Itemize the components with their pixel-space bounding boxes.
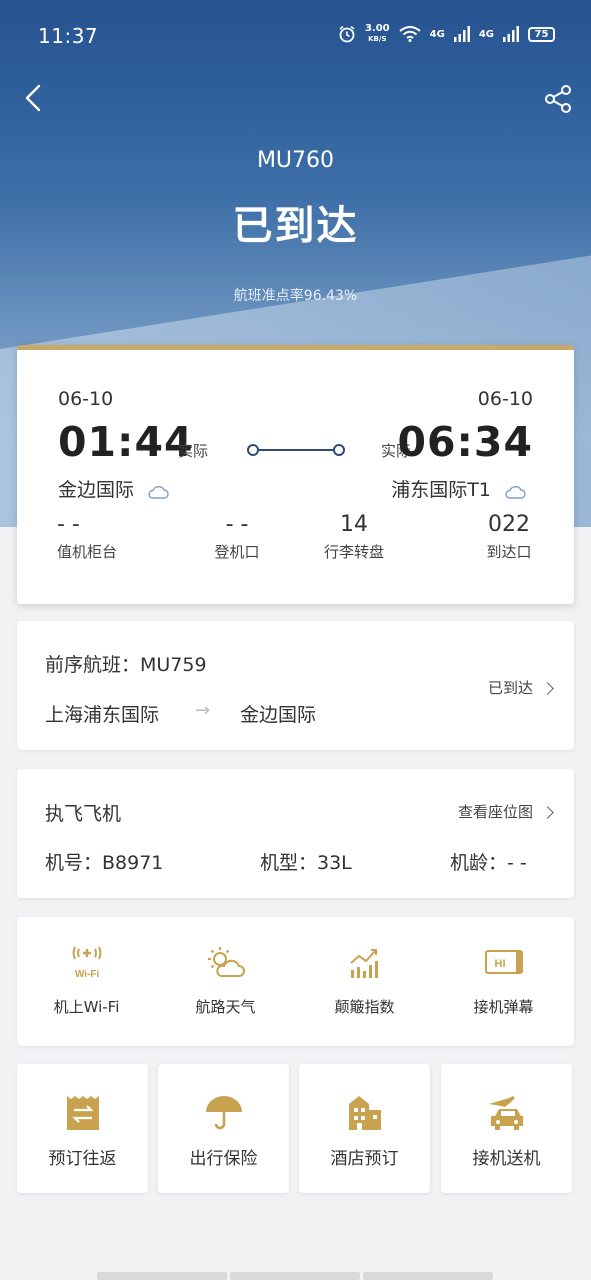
arrival-airport-row: 浦东国际T1 bbox=[391, 475, 526, 502]
arrival-date: 06-10 bbox=[477, 388, 533, 410]
service-label: 航路天气 bbox=[195, 998, 256, 1016]
status-bar: 11:37 3.00 KB/S 4G 4G 75 bbox=[0, 0, 591, 72]
flight-number: MU760 bbox=[256, 148, 335, 173]
seat-map-link[interactable]: 查看座位图 bbox=[457, 801, 554, 822]
services-card: Wi-Fi 机上Wi-Fi 航路天气 颠簸指数 HI 接机弹幕 bbox=[17, 917, 574, 1046]
car-plane-icon bbox=[488, 1096, 523, 1130]
cloud-icon bbox=[505, 485, 526, 499]
service-label: 机上Wi-Fi bbox=[53, 998, 120, 1016]
svg-text:HI: HI bbox=[494, 958, 505, 970]
bottom-tab-hint-2 bbox=[230, 1272, 360, 1280]
aircraft-age: 机龄：- - bbox=[450, 852, 527, 874]
previous-status-link[interactable]: 已到达 bbox=[487, 677, 554, 698]
checkin-counter: - - 值机柜台 bbox=[47, 512, 127, 562]
share-icon[interactable] bbox=[543, 84, 573, 114]
wifi-signal-icon bbox=[399, 26, 421, 42]
ontime-rate: 航班准点率96.43% bbox=[233, 288, 358, 304]
baggage-carousel-value: 14 bbox=[340, 512, 368, 537]
booking-label: 出行保险 bbox=[189, 1149, 258, 1169]
booking-label: 预订往返 bbox=[48, 1149, 117, 1169]
status-icons: 3.00 KB/S 4G 4G 75 bbox=[338, 24, 555, 44]
booking-label: 酒店预订 bbox=[330, 1149, 399, 1169]
greeting-screen-icon: HI bbox=[484, 950, 523, 974]
departure-time: 01:44 bbox=[58, 418, 194, 466]
flight-status: 已到达 bbox=[232, 203, 359, 249]
boarding-gate: - - 登机口 bbox=[197, 512, 277, 562]
bottom-tab-hint-1 bbox=[97, 1272, 227, 1280]
booking-label: 接机送机 bbox=[472, 1149, 541, 1169]
seat-map-label: 查看座位图 bbox=[457, 803, 533, 821]
aircraft-type: 机型：33L bbox=[260, 852, 352, 874]
checkin-counter-value: - - bbox=[57, 512, 80, 537]
umbrella-icon bbox=[205, 1096, 242, 1130]
aircraft-title: 执飞飞机 bbox=[45, 803, 122, 825]
service-weather[interactable]: 航路天气 bbox=[156, 917, 295, 1046]
service-label: 颠簸指数 bbox=[334, 998, 395, 1016]
round-trip-icon bbox=[66, 1096, 99, 1130]
network-speed-value: 3.00 bbox=[364, 23, 390, 34]
arrival-airport: 浦东国际T1 bbox=[391, 479, 491, 501]
bottom-tab-hint-3 bbox=[363, 1272, 493, 1280]
booking-hotel[interactable]: 酒店预订 bbox=[299, 1064, 430, 1193]
chevron-right-icon bbox=[541, 806, 554, 819]
booking-round-trip[interactable]: 预订往返 bbox=[17, 1064, 148, 1193]
alarm-icon bbox=[339, 25, 355, 43]
boarding-gate-value: - - bbox=[225, 512, 249, 537]
baggage-carousel-label: 行李转盘 bbox=[323, 543, 384, 561]
service-greeting-screen[interactable]: HI 接机弹幕 bbox=[434, 917, 573, 1046]
arrival-exit: 022 到达口 bbox=[469, 512, 549, 562]
service-label: 接机弹幕 bbox=[473, 998, 534, 1016]
booking-airport-transfer[interactable]: 接机送机 bbox=[441, 1064, 572, 1193]
service-turbulence[interactable]: 颠簸指数 bbox=[295, 917, 434, 1046]
departure-actual-label: 实际 bbox=[178, 442, 209, 460]
previous-flight-card[interactable]: 前序航班：MU759 上海浦东国际 → 金边国际 已到达 bbox=[17, 621, 574, 750]
booking-insurance[interactable]: 出行保险 bbox=[158, 1064, 289, 1193]
weather-icon bbox=[207, 947, 245, 977]
cloud-icon bbox=[148, 485, 169, 499]
service-wifi[interactable]: Wi-Fi 机上Wi-Fi bbox=[17, 917, 156, 1046]
hotel-icon bbox=[348, 1096, 381, 1130]
departure-airport-row: 金边国际 bbox=[58, 475, 169, 502]
arrival-exit-value: 022 bbox=[488, 512, 530, 537]
network-type-2: 4G bbox=[478, 28, 494, 40]
checkin-counter-label: 值机柜台 bbox=[57, 543, 118, 561]
route-arrow: → bbox=[195, 700, 211, 721]
cell-signal-icon-1 bbox=[453, 26, 470, 42]
network-type-1: 4G bbox=[429, 28, 445, 40]
status-time: 11:37 bbox=[38, 24, 99, 48]
aircraft-card: 执飞飞机 查看座位图 机号：B8971 机型：33L 机龄：- - bbox=[17, 769, 574, 898]
previous-status: 已到达 bbox=[487, 679, 533, 697]
boarding-gate-label: 登机口 bbox=[214, 543, 260, 561]
svg-text:Wi-Fi: Wi-Fi bbox=[74, 969, 99, 980]
arrival-time: 06:34 bbox=[397, 418, 533, 466]
chevron-right-icon bbox=[541, 682, 554, 695]
departure-date: 06-10 bbox=[58, 388, 114, 410]
aircraft-registration: 机号：B8971 bbox=[45, 852, 164, 874]
back-arrow-icon[interactable] bbox=[22, 84, 46, 112]
previous-flight-title: 前序航班：MU759 bbox=[45, 654, 207, 676]
baggage-carousel: 14 行李转盘 bbox=[312, 512, 396, 562]
previous-origin: 上海浦东国际 bbox=[45, 704, 160, 726]
wifi-icon: Wi-Fi bbox=[72, 946, 101, 980]
network-speed: 3.00 KB/S bbox=[365, 24, 390, 44]
cell-signal-icon-2 bbox=[503, 26, 519, 42]
battery-indicator: 75 bbox=[528, 26, 555, 42]
route-line-icon bbox=[247, 444, 345, 456]
arrival-exit-label: 到达口 bbox=[486, 543, 532, 561]
network-speed-unit: KB/S bbox=[368, 35, 387, 43]
departure-airport: 金边国际 bbox=[58, 479, 135, 501]
previous-destination: 金边国际 bbox=[240, 704, 317, 726]
turbulence-icon bbox=[349, 949, 378, 978]
flight-info-card: 06-10 06-10 01:44 实际 实际 06:34 金边国际 浦东国际T… bbox=[17, 345, 574, 604]
